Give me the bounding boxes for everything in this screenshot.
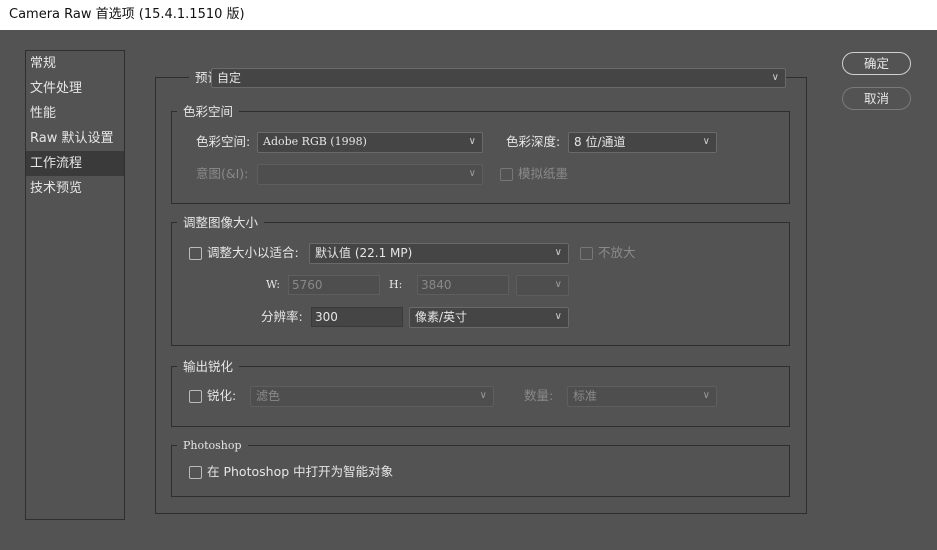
height-input[interactable]: 3840: [417, 275, 509, 295]
ok-button[interactable]: 确定: [842, 52, 911, 75]
chevron-down-icon: ∨: [702, 390, 710, 401]
resize-fit-value: 默认值 (22.1 MP): [315, 246, 413, 260]
simulate-paper-checkbox[interactable]: [500, 168, 513, 181]
photoshop-title: Photoshop: [177, 438, 248, 454]
resize-title: 调整图像大小: [177, 215, 265, 231]
width-label: W:: [266, 278, 281, 291]
color-space-title: 色彩空间: [177, 104, 240, 120]
sidebar-item-general[interactable]: 常规: [26, 51, 124, 76]
color-space-dropdown[interactable]: Adobe RGB (1998) ∨: [257, 132, 483, 153]
smart-object-label: 在 Photoshop 中打开为智能对象: [207, 464, 394, 479]
preset-value: 自定: [217, 71, 242, 85]
size-unit-dropdown[interactable]: ∨: [516, 275, 569, 296]
title-bar: Camera Raw 首选项 (15.4.1.1510 版): [0, 0, 937, 30]
amount-dropdown[interactable]: 标准 ∨: [567, 386, 717, 407]
intent-dropdown[interactable]: ∨: [257, 164, 483, 185]
color-space-label: 色彩空间:: [196, 134, 251, 149]
sidebar-item-raw-defaults[interactable]: Raw 默认设置: [26, 126, 124, 151]
color-space-group: [171, 111, 790, 204]
chevron-down-icon: ∨: [554, 279, 562, 290]
output-sharpening-title: 输出锐化: [177, 359, 240, 375]
chevron-down-icon: ∨: [771, 72, 779, 83]
sidebar-item-performance[interactable]: 性能: [26, 101, 124, 126]
resize-to-fit-label: 调整大小以适合:: [207, 245, 299, 260]
color-space-value: Adobe RGB (1998): [263, 135, 367, 148]
resolution-input[interactable]: 300: [311, 307, 403, 327]
no-enlarge-label: 不放大: [598, 245, 636, 260]
simulate-paper-label: 模拟纸墨: [518, 166, 569, 181]
resolution-label: 分辨率:: [261, 309, 303, 324]
height-label: H:: [389, 278, 403, 291]
chevron-down-icon: ∨: [479, 390, 487, 401]
resolution-unit-dropdown[interactable]: 像素/英寸 ∨: [409, 307, 569, 328]
sidebar: 常规 文件处理 性能 Raw 默认设置 工作流程 技术预览: [25, 50, 125, 520]
intent-label: 意图(&I):: [196, 166, 249, 181]
resize-to-fit-dropdown[interactable]: 默认值 (22.1 MP) ∨: [309, 243, 569, 264]
chevron-down-icon: ∨: [468, 168, 476, 179]
chevron-down-icon: ∨: [554, 311, 562, 322]
resolution-unit-value: 像素/英寸: [415, 310, 468, 324]
sharpen-label: 锐化:: [207, 388, 237, 403]
sharpen-value: 滤色: [256, 389, 281, 403]
cancel-button[interactable]: 取消: [842, 87, 911, 110]
sidebar-item-workflow[interactable]: 工作流程: [26, 151, 124, 176]
sidebar-item-tech-preview[interactable]: 技术预览: [26, 176, 124, 201]
sidebar-item-file-handling[interactable]: 文件处理: [26, 76, 124, 101]
amount-label: 数量:: [524, 388, 554, 403]
resize-to-fit-checkbox[interactable]: [189, 247, 202, 260]
chevron-down-icon: ∨: [554, 247, 562, 258]
preset-dropdown[interactable]: 自定 ∨: [211, 68, 786, 88]
no-enlarge-checkbox[interactable]: [580, 247, 593, 260]
color-depth-label: 色彩深度:: [506, 134, 561, 149]
sharpen-for-dropdown[interactable]: 滤色 ∨: [250, 386, 494, 407]
smart-object-checkbox[interactable]: [189, 466, 202, 479]
sharpen-checkbox[interactable]: [189, 390, 202, 403]
amount-value: 标准: [573, 389, 598, 403]
chevron-down-icon: ∨: [702, 136, 710, 147]
window-title: Camera Raw 首选项 (15.4.1.1510 版): [9, 7, 245, 22]
chevron-down-icon: ∨: [468, 136, 476, 147]
width-input[interactable]: 5760: [288, 275, 380, 295]
color-depth-value: 8 位/通道: [574, 135, 626, 149]
color-depth-dropdown[interactable]: 8 位/通道 ∨: [568, 132, 717, 153]
